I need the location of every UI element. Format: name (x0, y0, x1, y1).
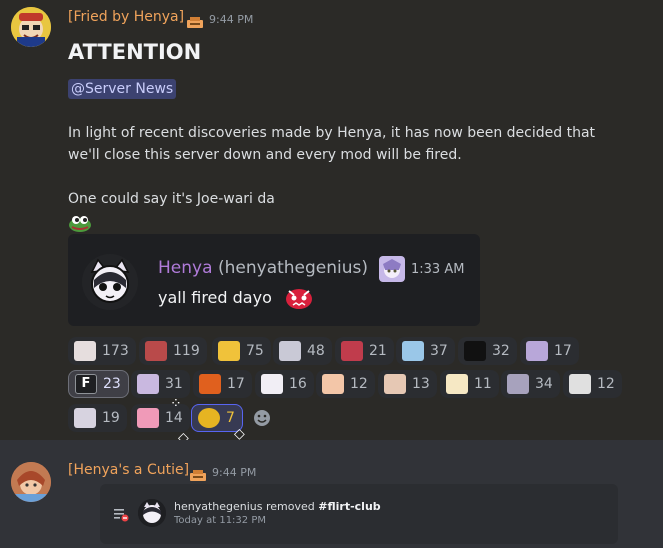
reaction-count: 12 (350, 376, 368, 392)
reaction-count: 23 (103, 376, 121, 392)
tag-icon (189, 467, 207, 481)
actor-name[interactable]: henyathegenius (174, 500, 263, 513)
reaction-pill[interactable]: 75 (212, 337, 271, 365)
reaction-emoji-icon (341, 341, 363, 361)
reaction-count: 14 (165, 410, 183, 426)
reaction-pill[interactable]: 21 (335, 337, 394, 365)
reaction-emoji-icon (137, 408, 159, 428)
embed-inline-emoji (379, 256, 405, 282)
reaction-pill[interactable]: F 23 (68, 370, 129, 398)
reaction-pill[interactable]: 11 (440, 370, 499, 398)
embed-author-handle: (henyathegenius) (218, 258, 369, 278)
embed-text: yall fired dayo (158, 288, 272, 307)
reaction-pill[interactable]: 32 (458, 337, 517, 365)
channel-remove-icon (113, 506, 129, 522)
reaction-count: 12 (597, 376, 615, 392)
reaction-count: 16 (289, 376, 307, 392)
angry-emoji (284, 286, 314, 310)
reaction-emoji-icon (526, 341, 548, 361)
embed-avatar (82, 254, 138, 310)
embed-author-name[interactable]: Henya (158, 258, 213, 278)
author-avatar[interactable] (11, 7, 51, 47)
reaction-pill[interactable]: 17 (520, 337, 579, 365)
reaction-count: 34 (535, 376, 553, 392)
reaction-pill[interactable]: 16 (255, 370, 314, 398)
pepe-emoji (68, 214, 92, 232)
reaction-emoji-icon (145, 341, 167, 361)
role-mention[interactable]: @Server News (68, 79, 177, 99)
reaction-emoji-icon (218, 341, 240, 361)
reaction-count: 7 (226, 410, 235, 426)
reaction-emoji-icon (137, 374, 159, 394)
reaction-count: 17 (554, 343, 572, 359)
message-heading: ATTENTION (68, 40, 202, 64)
reaction-count: 32 (492, 343, 510, 359)
message-timestamp: 9:44 PM (209, 13, 254, 26)
system-notice-text: henyathegenius removed #flirt-club (174, 500, 381, 513)
reaction-pill[interactable]: 37 (396, 337, 455, 365)
reaction-pill[interactable]: 19 (68, 404, 127, 432)
reaction-count: 75 (246, 343, 264, 359)
reaction-count: 31 (165, 376, 183, 392)
fire-emoji-icon (199, 374, 221, 394)
reaction-pill[interactable]: 48 (273, 337, 332, 365)
reaction-count: 21 (369, 343, 387, 359)
smile-add-icon (254, 410, 270, 426)
reaction-emoji-icon (74, 408, 96, 428)
system-notice-timestamp: Today at 11:32 PM (174, 515, 266, 526)
reaction-emoji-icon (198, 408, 220, 428)
system-notice-embed: henyathegenius removed #flirt-club Today… (100, 484, 618, 544)
quoted-message-embed[interactable]: Henya (henyathegenius) 1:33 AM yall fire… (68, 234, 480, 326)
reaction-pill[interactable]: 13 (378, 370, 437, 398)
tag-icon (186, 14, 204, 28)
reaction-emoji-icon (322, 374, 344, 394)
author-avatar[interactable] (11, 462, 51, 502)
embed-timestamp: 1:33 AM (411, 262, 465, 277)
reaction-pill[interactable]: 17 (193, 370, 252, 398)
reaction-emoji-icon (507, 374, 529, 394)
reaction-emoji-icon (464, 341, 486, 361)
reaction-count: 11 (474, 376, 492, 392)
sparkle-icon: ⁘ (170, 396, 182, 412)
reaction-emoji-icon (261, 374, 283, 394)
system-action: removed (266, 500, 315, 513)
reaction-count: 17 (227, 376, 245, 392)
reaction-emoji-icon (402, 341, 424, 361)
reaction-emoji-icon (446, 374, 468, 394)
reaction-count: 173 (102, 343, 129, 359)
reaction-emoji-icon (279, 341, 301, 361)
reaction-pill[interactable]: 34 (501, 370, 560, 398)
message-paragraph: In light of recent discoveries made by H… (68, 125, 596, 163)
reaction-count: 37 (430, 343, 448, 359)
reaction-emoji-icon (569, 374, 591, 394)
reaction-count: 48 (307, 343, 325, 359)
author-name[interactable]: [Henya's a Cutie] (68, 462, 189, 478)
reaction-pill[interactable]: 12 (316, 370, 375, 398)
reaction-pill[interactable]: 119 (139, 337, 207, 365)
message-timestamp: 9:44 PM (212, 466, 257, 479)
channel-link[interactable]: #flirt-club (318, 500, 380, 513)
reaction-count: 119 (173, 343, 200, 359)
actor-avatar[interactable] (138, 499, 166, 527)
author-name[interactable]: [Fried by Henya] (68, 9, 184, 25)
reaction-count: 19 (102, 410, 120, 426)
reaction-count: 13 (412, 376, 430, 392)
add-reaction-button[interactable] (250, 404, 274, 432)
reaction-pill[interactable]: 12 (563, 370, 622, 398)
reaction-emoji-icon (384, 374, 406, 394)
reaction-pill[interactable]: 31 (131, 370, 190, 398)
f-key-emoji-icon: F (75, 374, 97, 394)
reaction-emoji-icon (74, 341, 96, 361)
message-announcement: [Fried by Henya] 9:44 PM ATTENTION @Serv… (0, 0, 663, 446)
message-paragraph: One could say it's Joe-wari da (68, 191, 275, 207)
reaction-pill[interactable]: 173 (68, 337, 136, 365)
